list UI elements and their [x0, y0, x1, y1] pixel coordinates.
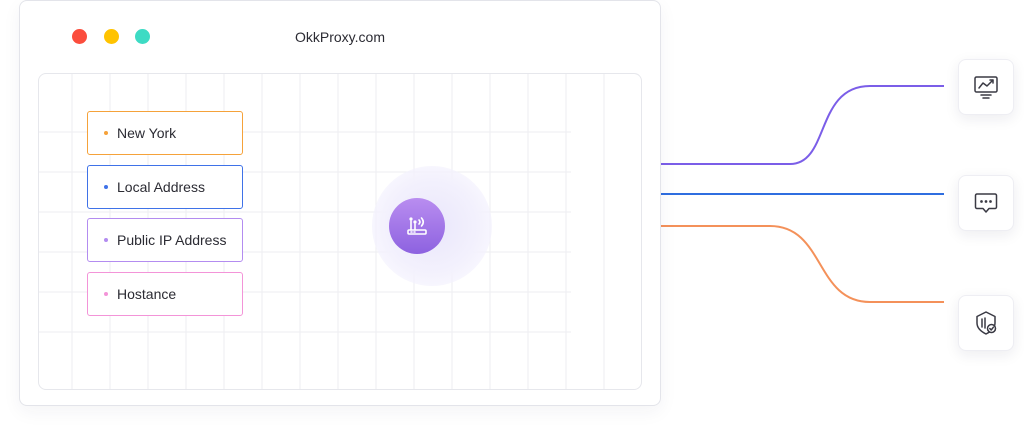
location-hostance[interactable]: Hostance	[87, 272, 243, 316]
location-local-address[interactable]: Local Address	[87, 165, 243, 209]
location-new-york[interactable]: New York	[87, 111, 243, 155]
router-wifi-icon	[407, 217, 427, 235]
location-bullet	[104, 292, 108, 296]
connection-line-top	[660, 85, 944, 165]
location-bullet	[104, 131, 108, 135]
shield-check-icon	[976, 311, 997, 335]
location-public-ip-address[interactable]: Public IP Address	[87, 218, 243, 262]
location-bullet	[104, 238, 108, 242]
location-label: Hostance	[117, 286, 177, 302]
location-label: New York	[117, 125, 177, 141]
window-title: OkkProxy.com	[295, 29, 385, 45]
router-button[interactable]	[389, 198, 445, 254]
connection-line-bottom	[660, 225, 944, 303]
app-card-chat[interactable]	[958, 175, 1014, 231]
chat-bubble-icon	[974, 193, 998, 213]
app-card-security[interactable]	[958, 295, 1014, 351]
location-label: Local Address	[117, 179, 205, 195]
app-card-analytics[interactable]	[958, 59, 1014, 115]
location-label: Public IP Address	[117, 232, 227, 248]
content-panel: New York Local Address Public IP Address…	[38, 73, 642, 390]
browser-window: OkkProxy.com New York Local Address Publ…	[19, 0, 661, 406]
chart-monitor-icon	[974, 76, 998, 99]
location-bullet	[104, 185, 108, 189]
